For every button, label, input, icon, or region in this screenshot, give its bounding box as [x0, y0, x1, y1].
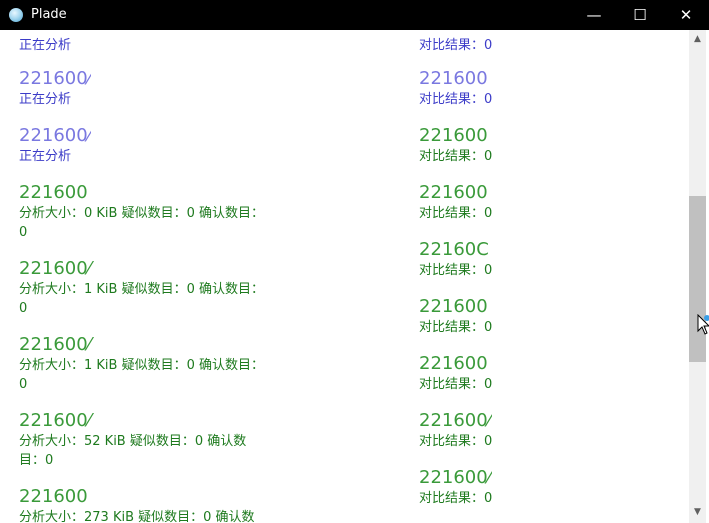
window-title: Plade [31, 7, 67, 22]
maximize-button[interactable]: ☐ [617, 0, 663, 30]
analysis-summary: 分析大小：0 KiB 疑似数目：0 确认数目：0 [19, 206, 264, 240]
compare-result: 对比结果：0 [419, 92, 493, 107]
list-item[interactable]: 221600 分析大小：273 KiB 疑似数目：0 确认数 [19, 486, 267, 523]
vertical-scrollbar[interactable]: ▲ ▼ [689, 30, 706, 523]
app-window: Plade — ☐ ✕ 正在分析 221600⁄ 正在分析 221600⁄ 正在… [0, 0, 709, 523]
list-item[interactable]: 221600⁄ 对比结果：0 [419, 410, 492, 451]
list-item[interactable]: 22160C 对比结果：0 [419, 239, 492, 280]
list-item[interactable]: 221600⁄ 分析大小：1 KiB 疑似数目：0 确认数目：0 [19, 334, 267, 394]
list-item[interactable]: 221600⁄ 对比结果：0 [419, 467, 492, 508]
item-title: 221600⁄ [19, 258, 91, 279]
analysis-summary: 分析大小：52 KiB 疑似数目：0 确认数目：0 [19, 434, 247, 468]
compare-result: 对比结果：0 [419, 149, 493, 164]
analysis-summary: 分析大小：273 KiB 疑似数目：0 确认数 [19, 510, 255, 523]
compare-result: 对比结果：0 [419, 38, 493, 53]
list-item[interactable]: 221600⁄ 正在分析 [19, 68, 91, 109]
list-item[interactable]: 221600 对比结果：0 [419, 125, 492, 166]
scroll-up-arrow-icon[interactable]: ▲ [689, 34, 706, 44]
analysis-status: 正在分析 [19, 38, 72, 53]
compare-result: 对比结果：0 [419, 434, 493, 449]
list-item[interactable]: 221600 对比结果：0 [419, 182, 492, 223]
item-title: 221600⁄ [19, 410, 91, 431]
item-title: 221600 [419, 353, 488, 374]
item-title: 221600 [419, 125, 488, 146]
list-item[interactable]: 221600 对比结果：0 [419, 68, 492, 109]
analysis-status: 正在分析 [19, 149, 72, 164]
results-list: 正在分析 221600⁄ 正在分析 221600⁄ 正在分析 221600 分析… [1, 30, 689, 523]
item-title: 221600 [419, 296, 488, 317]
item-title: 221600⁄ [19, 334, 91, 355]
list-item[interactable]: 221600⁄ 正在分析 [19, 125, 91, 166]
list-item[interactable]: 221600 分析大小：0 KiB 疑似数目：0 确认数目：0 [19, 182, 267, 242]
item-title: 221600 [19, 182, 88, 203]
mouse-cursor-icon [697, 314, 709, 335]
item-title: 221600 [419, 182, 488, 203]
list-item[interactable]: 221600⁄ 分析大小：52 KiB 疑似数目：0 确认数目：0 [19, 410, 267, 470]
minimize-button[interactable]: — [571, 0, 617, 30]
title-bar[interactable]: Plade — ☐ ✕ [0, 0, 709, 30]
list-item[interactable]: 正在分析 [19, 36, 71, 55]
close-button[interactable]: ✕ [663, 0, 709, 30]
item-title: 221600⁄ [419, 467, 491, 488]
list-item[interactable]: 对比结果：0 [419, 36, 492, 55]
item-title: 221600⁄ [19, 68, 91, 89]
scroll-down-arrow-icon[interactable]: ▼ [689, 507, 706, 517]
compare-result: 对比结果：0 [419, 491, 493, 506]
analysis-summary: 分析大小：1 KiB 疑似数目：0 确认数目：0 [19, 358, 264, 392]
compare-result: 对比结果：0 [419, 206, 493, 221]
app-icon [9, 8, 23, 22]
compare-result: 对比结果：0 [419, 377, 493, 392]
list-item[interactable]: 221600⁄ 分析大小：1 KiB 疑似数目：0 确认数目：0 [19, 258, 267, 318]
compare-result: 对比结果：0 [419, 263, 493, 278]
list-item[interactable]: 221600 对比结果：0 [419, 296, 492, 337]
scrollbar-thumb[interactable] [689, 196, 706, 362]
compare-result: 对比结果：0 [419, 320, 493, 335]
item-title: 221600 [419, 68, 488, 89]
list-item[interactable]: 221600 对比结果：0 [419, 353, 492, 394]
item-title: 221600⁄ [419, 410, 491, 431]
analysis-summary: 分析大小：1 KiB 疑似数目：0 确认数目：0 [19, 282, 264, 316]
analysis-status: 正在分析 [19, 92, 72, 107]
item-title: 221600⁄ [19, 125, 91, 146]
item-title: 22160C [419, 239, 489, 260]
item-title: 221600 [19, 486, 88, 507]
